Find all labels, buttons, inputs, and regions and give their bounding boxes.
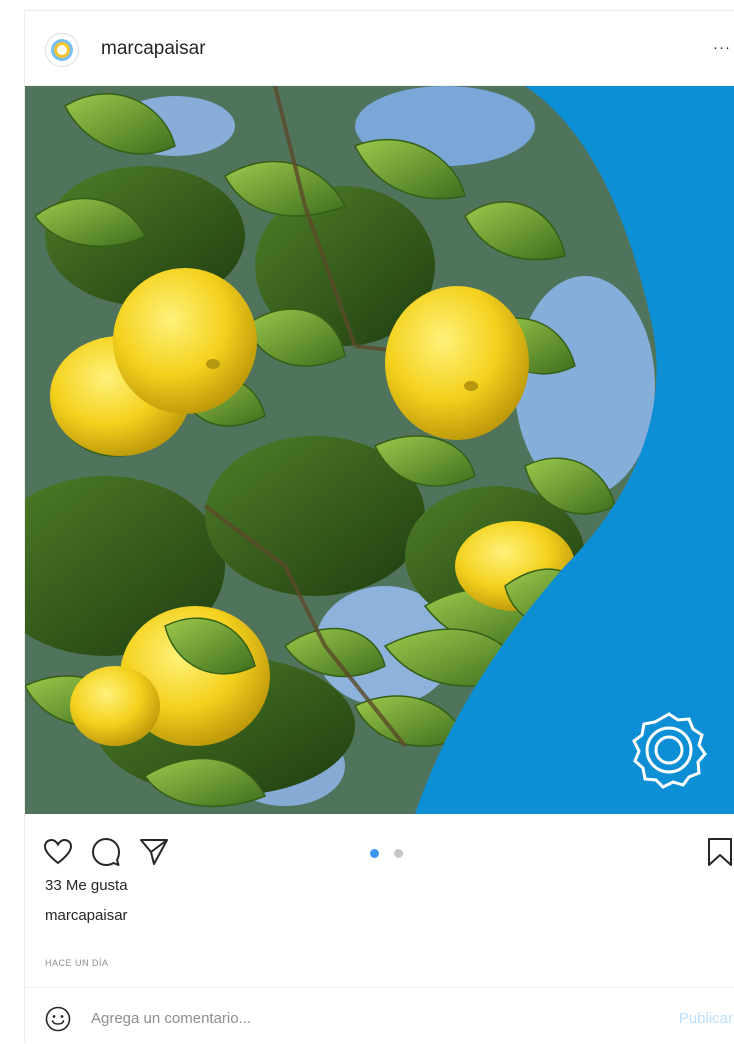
carousel-indicator (370, 849, 410, 859)
lemon-tree-photo (25, 86, 734, 814)
smiley-icon[interactable] (45, 1006, 71, 1032)
action-bar (25, 829, 734, 873)
publish-button[interactable]: Publicar (679, 1010, 733, 1027)
heart-icon[interactable] (43, 837, 73, 867)
more-options-button[interactable]: ··· (713, 39, 731, 56)
sun-logo-icon (51, 39, 73, 61)
bookmark-icon[interactable] (705, 837, 734, 867)
comment-bar: Publicar (25, 987, 734, 1044)
paper-plane-icon[interactable] (139, 837, 169, 867)
avatar[interactable] (45, 33, 79, 67)
post-image (25, 86, 734, 814)
comment-input[interactable] (91, 1004, 631, 1032)
carousel-dot[interactable] (394, 849, 403, 858)
likes-count[interactable]: 33 Me gusta (45, 877, 128, 894)
comment-bubble-icon[interactable] (91, 837, 121, 867)
post-timestamp: HACE UN DÍA (45, 958, 109, 968)
caption-username[interactable]: marcapaisar (45, 907, 128, 924)
carousel-dot-active[interactable] (370, 849, 379, 858)
post-card: marcapaisar ··· 33 Me gusta marcapaisar … (24, 10, 734, 1043)
post-header: marcapaisar ··· (25, 11, 734, 86)
post-username[interactable]: marcapaisar (101, 38, 206, 60)
